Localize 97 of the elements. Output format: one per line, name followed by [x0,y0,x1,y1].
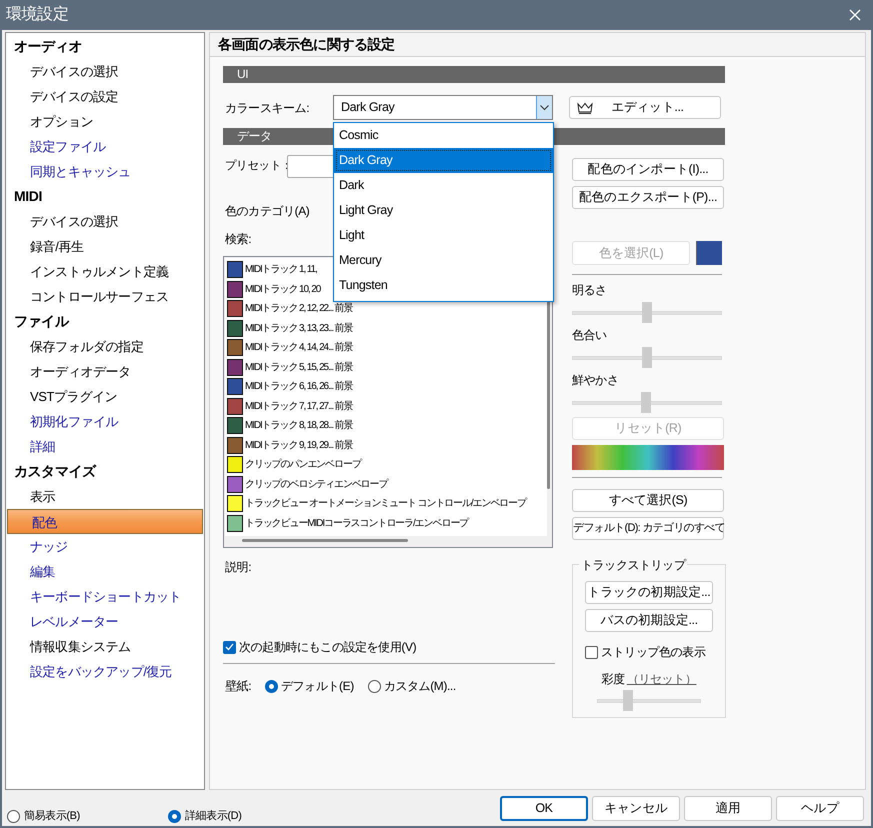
radio-button[interactable] [168,810,181,822]
field-label: 説明: [224,559,252,575]
sidebar-item[interactable]: 設定をバックアップ/復元 [6,659,204,684]
import-button[interactable]: 配色のインポート(I)... [572,158,724,181]
list-item[interactable]: MIDIトラック 8, 18, 28... 前景 [245,418,353,434]
dropdown-option[interactable]: Dark Gray [334,148,553,173]
list-item[interactable]: トラックビューMIDIコーラスコントローラ/エンベロープ [245,516,468,531]
window-title: 環境設定 [6,4,68,25]
checkbox[interactable] [585,646,598,658]
dropdown-option[interactable]: Dark [334,173,553,198]
dropdown-option[interactable]: Light [334,223,553,248]
radio-label[interactable]: 詳細表示(D) [185,808,242,824]
select-all-button[interactable]: すべて選択(S) [572,489,724,512]
sidebar-item[interactable]: 設定ファイル [6,134,204,159]
slider[interactable] [572,302,722,324]
sidebar-item[interactable]: デバイスの選択 [6,59,204,84]
sidebar-item[interactable]: 配色 [7,509,203,534]
field-label: 検索: [224,231,252,247]
sidebar-item[interactable]: デバイスの設定 [6,84,204,109]
dialog-button[interactable]: ヘルプ [776,796,864,820]
list-item[interactable]: MIDIトラック 5, 15, 25... 前景 [245,360,353,375]
edit-button[interactable]: エディット... [569,96,721,119]
radio-label[interactable]: 簡易表示(B) [24,808,80,824]
sidebar-item[interactable]: レベルメーター [6,609,204,634]
group-title: トラックストリップ [579,556,688,574]
list-item[interactable]: MIDIトラック 10, 20 [245,282,320,297]
list-item[interactable]: MIDIトラック 3, 13, 23... 前景 [245,320,353,336]
sidebar-item[interactable]: 録音/再生 [6,234,204,259]
radio-button[interactable] [7,810,20,822]
crown-icon [577,102,593,114]
dropdown-option[interactable]: Light Gray [334,198,553,223]
sidebar-heading: ファイル [13,312,70,331]
sidebar-heading: オーディオ [13,37,84,56]
strip-button[interactable]: トラックの初期設定... [585,581,713,604]
section-header: UI [223,66,725,83]
chevron-down-icon[interactable] [536,96,552,119]
checkbox-label[interactable]: 次の起動時にもこの設定を使用(V) [239,638,416,656]
list-item[interactable]: MIDIトラック 6, 16, 26... 前景 [245,379,353,394]
list-item[interactable]: トラックビュー オートメーションミュート コントロール/エンベロープ [245,496,526,512]
close-icon[interactable] [849,9,861,21]
sidebar-item[interactable]: デバイスの選択 [6,209,204,234]
checkbox[interactable] [223,640,236,654]
sidebar-item[interactable]: キーボードショートカット [6,584,204,609]
sidebar-item[interactable]: 詳細 [6,434,204,459]
field-label: 壁紙: [224,678,252,695]
dialog-button[interactable]: 適用 [684,796,772,820]
list-item[interactable]: クリップのパンエンベロープ [245,457,361,472]
radio-label[interactable]: デフォルト(E) [281,677,354,695]
list-item[interactable]: MIDIトラック 2, 12, 22... 前景 [245,301,353,316]
dialog-button[interactable]: OK [500,796,588,820]
sidebar-item[interactable]: VSTプラグイン [6,384,204,409]
slider-label: 鮮やかさ [572,372,618,388]
scrollbar-thumb[interactable] [242,539,408,542]
slider-thumb[interactable] [640,392,650,413]
list-item[interactable]: クリップのベロシティエンベロープ [245,476,388,492]
slider[interactable] [597,690,701,712]
sidebar-item[interactable]: 編集 [6,559,204,584]
radio-button[interactable] [265,680,278,692]
panel-heading: 各画面の表示色に関する設定 [210,33,865,57]
slider-thumb[interactable] [642,347,652,368]
sidebar-item[interactable]: 保存フォルダの指定 [6,334,204,359]
sidebar-item[interactable]: 情報収集システム [6,634,204,659]
sidebar-item[interactable]: 同期とキャッシュ [6,159,204,184]
dialog-button[interactable]: キャンセル [592,796,680,820]
list-item[interactable]: MIDIトラック 9, 19, 29... 前景 [245,438,353,453]
sidebar-item[interactable]: コントロールサーフェス [6,284,204,309]
slider-label: 彩度 [602,671,625,688]
sidebar-heading: カスタマイズ [13,462,98,481]
field-label: カラースキーム: [224,100,310,116]
radio-button[interactable] [368,680,381,692]
field-label: 色のカテゴリ(A) [224,203,310,219]
slider-thumb[interactable] [642,302,652,323]
radio-label[interactable]: カスタム(M)... [384,677,456,695]
default-button[interactable]: デフォルト(D): カテゴリのすべて [572,517,724,540]
list-item[interactable]: MIDIトラック 4, 14, 24... 前景 [245,340,353,356]
sidebar-item[interactable]: インストゥルメント定義 [6,259,204,284]
sidebar-item[interactable]: オプション [6,109,204,134]
checkbox-label[interactable]: ストリップ色の表示 [601,643,706,661]
list-item[interactable]: MIDIトラック 7, 17, 27... 前景 [245,398,353,414]
slider[interactable] [572,392,722,414]
combo-value: Dark Gray [340,99,396,116]
slider-thumb[interactable] [623,690,634,711]
sidebar-item[interactable]: オーディオデータ [6,359,204,384]
sidebar-item[interactable]: ナッジ [6,534,204,559]
slider[interactable] [572,347,722,369]
sidebar-heading: MIDI [13,187,43,206]
slider-label: 色合い [572,327,607,343]
dropdown-option[interactable]: Mercury [334,248,553,273]
dropdown-option[interactable]: Tungsten [334,273,553,298]
slider-label: 明るさ [572,282,607,298]
list-item[interactable]: MIDIトラック 1, 11, [245,262,317,278]
color-swatch [696,241,722,265]
sidebar-item[interactable]: 表示 [6,484,204,509]
export-button[interactable]: 配色のエクスポート(P)... [572,186,724,209]
reset-link[interactable]: （リセット） [626,670,696,688]
sidebar-item[interactable]: 初期化ファイル [6,409,204,434]
strip-button[interactable]: バスの初期設定... [585,609,713,632]
